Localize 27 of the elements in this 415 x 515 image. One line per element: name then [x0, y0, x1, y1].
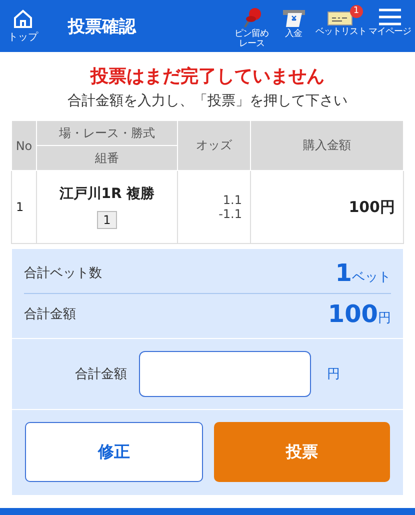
- column-header: No: [12, 120, 36, 170]
- table-cell: 1: [12, 170, 36, 244]
- input-label: 合計金額: [75, 366, 127, 383]
- page-title: 投票確認: [68, 16, 138, 38]
- column-header: 場・レース・勝式: [36, 120, 178, 146]
- column-header: 購入金額: [250, 120, 404, 170]
- unit-label: 円: [327, 366, 340, 383]
- home-button[interactable]: トップ: [6, 8, 40, 44]
- instruction-text: 合計金額を入力し、「投票」を押して下さい: [66, 92, 348, 110]
- summary-value: 1ベット: [335, 259, 391, 287]
- edit-button[interactable]: 修正: [25, 422, 203, 482]
- column-header: 組番: [36, 146, 178, 170]
- purchase-amount: 100円: [348, 198, 395, 216]
- nav-button[interactable]: ベットリスト 1: [316, 3, 366, 49]
- summary-label: 合計金額: [24, 306, 76, 323]
- submit-button[interactable]: 投票: [214, 422, 390, 482]
- column-header: オッズ: [178, 120, 250, 170]
- summary-label: 合計ベット数: [24, 265, 102, 282]
- odds-value: 1.1 -1.1: [218, 193, 242, 221]
- nav-button[interactable]: マイページ: [368, 3, 411, 49]
- nav-button[interactable]: ピン留めレース: [232, 3, 272, 49]
- summary-value: 100円: [328, 300, 391, 328]
- race-name: 江戸川1R 複勝: [58, 185, 156, 203]
- combination-number: 1: [97, 211, 117, 229]
- error-message: 投票はまだ完了していません: [89, 65, 326, 88]
- nav-button[interactable]: 入金: [274, 3, 314, 49]
- count-badge: 1: [350, 5, 362, 18]
